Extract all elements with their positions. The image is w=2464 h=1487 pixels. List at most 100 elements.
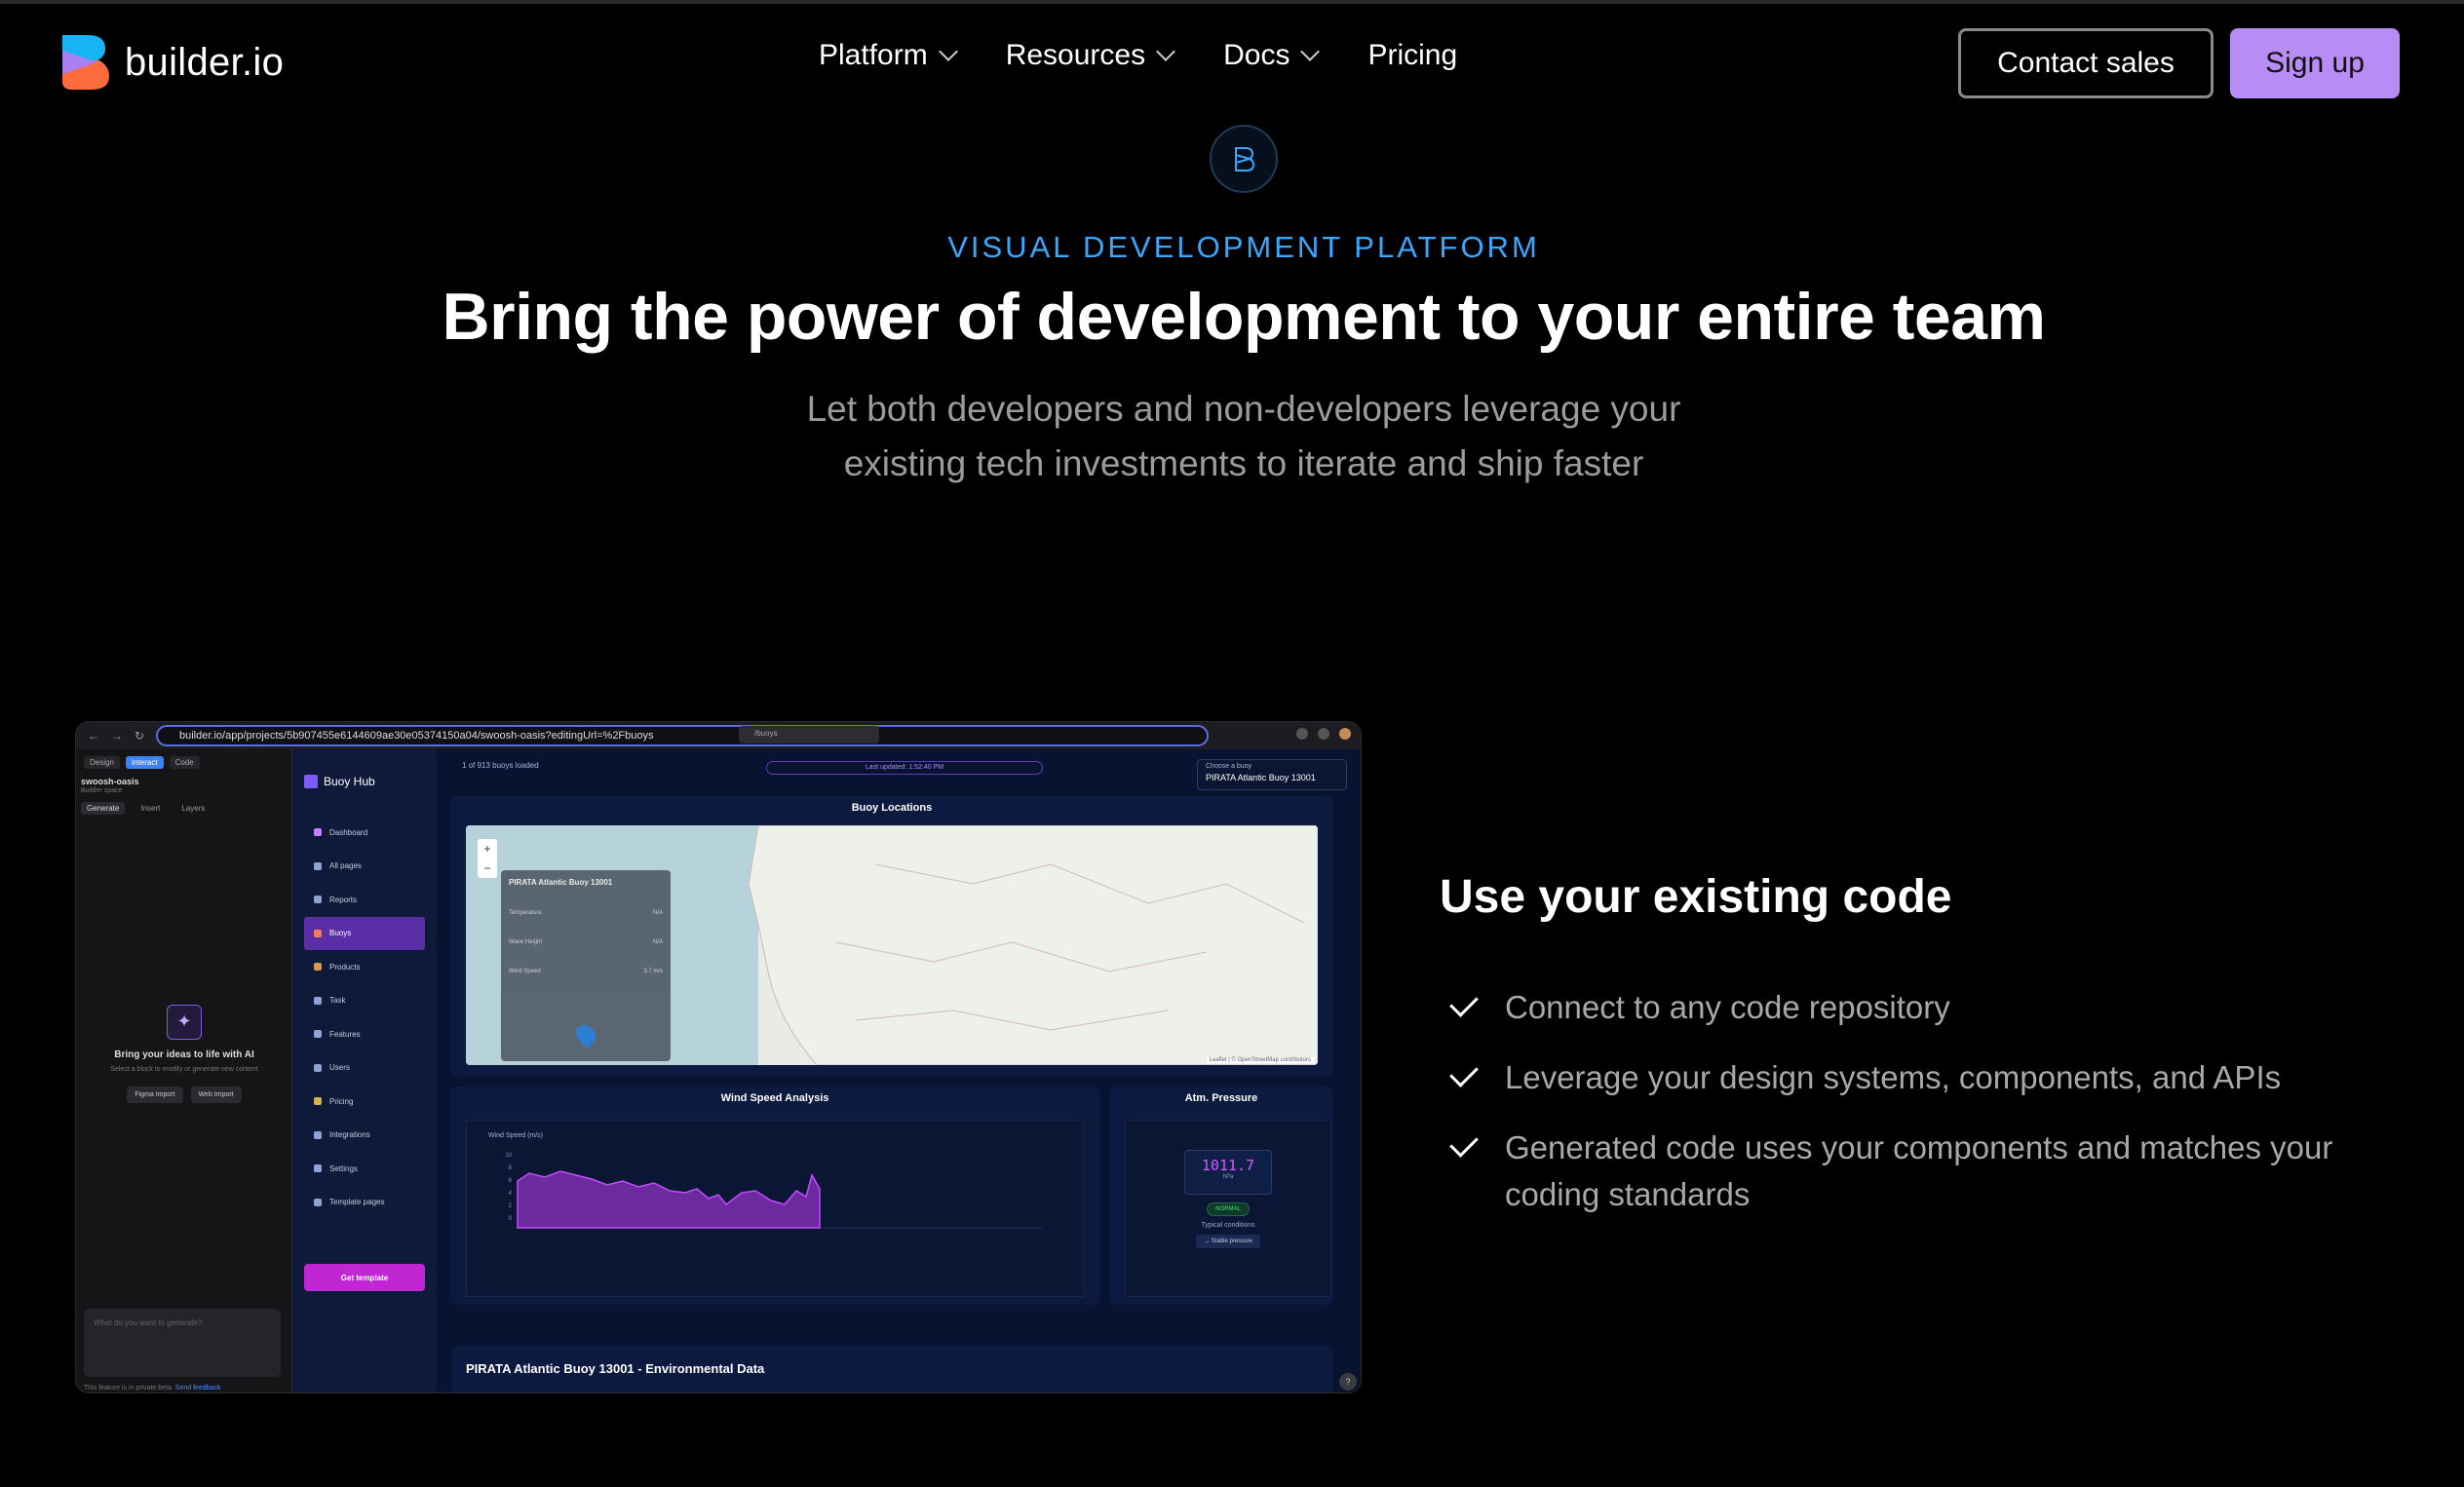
extension-icon bbox=[1296, 728, 1308, 740]
ai-prompt-input: What do you want to generate? bbox=[84, 1309, 281, 1377]
reports-icon bbox=[314, 896, 322, 904]
settings-icon bbox=[314, 1164, 322, 1173]
check-icon bbox=[1449, 1128, 1479, 1158]
sidebar-item-label: Settings bbox=[329, 1163, 358, 1173]
feature-list: Connect to any code repository Leverage … bbox=[1448, 984, 2423, 1241]
sidebar-item-integrations: Integrations bbox=[304, 1119, 425, 1153]
app-logo: Buoy Hub bbox=[304, 775, 375, 788]
sidebar-item-settings: Settings bbox=[304, 1152, 425, 1186]
pressure-panel: Atm. Pressure 1011.7 hPa NORMAL Typical … bbox=[1109, 1087, 1333, 1305]
logo-text: builder.io bbox=[125, 40, 285, 84]
send-feedback-link: Send feedback bbox=[174, 1385, 221, 1392]
menu-docs-label: Docs bbox=[1223, 39, 1290, 71]
wind-chart: Wind Speed (m/s) 10 8 6 4 2 0 bbox=[466, 1120, 1084, 1297]
pressure-status-badge: NORMAL bbox=[1207, 1202, 1250, 1216]
task-icon bbox=[314, 996, 322, 1005]
sidebar-item-label: Buoys bbox=[329, 929, 352, 938]
sidebar-item-reports: Reports bbox=[304, 883, 425, 917]
buoy-select-label: Choose a buoy bbox=[1206, 763, 1252, 770]
sidebar-item-label: Dashboard bbox=[329, 827, 368, 837]
import-buttons: Figma Import Web Import bbox=[76, 1087, 292, 1103]
browser-chrome: ← → ↻ builder.io/app/projects/5b907455e6… bbox=[76, 722, 1361, 749]
map-panel: Buoy Locations + − PIRATA Atlantic Buoy 1… bbox=[450, 796, 1333, 1077]
path-input: /buoys bbox=[739, 726, 879, 744]
integrations-icon bbox=[314, 1130, 322, 1139]
builder-logo-icon bbox=[62, 35, 109, 90]
sidebar-item-label: Template pages bbox=[329, 1198, 385, 1207]
sidebar-item-label: Integrations bbox=[329, 1130, 370, 1140]
popup-row: Temperature N/A bbox=[509, 910, 663, 916]
forward-arrow-icon: → bbox=[111, 729, 123, 743]
check-icon bbox=[1449, 1058, 1479, 1087]
sidebar-item-label: Features bbox=[329, 1029, 361, 1039]
web-import-button: Web Import bbox=[190, 1087, 242, 1103]
products-icon bbox=[314, 963, 322, 972]
menu-resources[interactable]: Resources bbox=[1006, 39, 1176, 72]
sidebar-item-task: Task bbox=[304, 984, 425, 1018]
logo[interactable]: builder.io bbox=[58, 33, 284, 92]
hero-subtitle: Let both developers and non-developers l… bbox=[0, 382, 2464, 491]
template-icon bbox=[314, 1198, 322, 1206]
ai-subtitle: Select a block to modify or generate new… bbox=[110, 1066, 258, 1073]
check-icon bbox=[1449, 988, 1479, 1017]
editor-left-panel: Design Interact Code swoosh-oasis Builde… bbox=[76, 749, 292, 1392]
editor-mode-tabs: Design Interact Code bbox=[76, 749, 291, 775]
menu-platform-label: Platform bbox=[819, 39, 928, 71]
feature-item: Generated code uses your components and … bbox=[1448, 1125, 2423, 1218]
map-title: Buoy Locations bbox=[851, 802, 933, 814]
menu-platform[interactable]: Platform bbox=[819, 39, 958, 72]
pressure-unit: hPa bbox=[1222, 1174, 1234, 1180]
project-space: Builder space bbox=[81, 787, 123, 794]
tab-code: Code bbox=[169, 755, 200, 769]
app-sidebar: Buoy Hub Dashboard All pages Reports Buo… bbox=[292, 749, 437, 1392]
buoys-loaded-text: 1 of 913 buoys loaded bbox=[462, 761, 539, 770]
popup-row-label: Wind Speed bbox=[509, 969, 541, 974]
sidebar-item-dashboard: Dashboard bbox=[304, 816, 425, 850]
popup-row-label: Wave Height bbox=[509, 939, 543, 945]
product-screenshot: ← → ↻ builder.io/app/projects/5b907455e6… bbox=[75, 721, 1362, 1393]
wind-area-series bbox=[516, 1170, 1042, 1229]
popup-row-value: 3.7 m/s bbox=[643, 969, 663, 974]
tab-generate: Generate bbox=[81, 802, 126, 815]
sidebar-item-label: Reports bbox=[329, 895, 358, 904]
buoy-map: + − PIRATA Atlantic Buoy 13001 Temperatur… bbox=[466, 825, 1318, 1065]
help-icon: ? bbox=[1339, 1373, 1357, 1391]
app-name: Buoy Hub bbox=[324, 775, 375, 788]
sidebar-item-buoys: Buoys bbox=[304, 916, 425, 950]
pages-icon bbox=[314, 861, 322, 870]
last-updated-badge: Last updated: 1:52:40 PM bbox=[766, 761, 1043, 775]
tab-design: Design bbox=[84, 755, 120, 769]
tab-interact: Interact bbox=[125, 755, 164, 769]
hero-eyebrow: VISUAL DEVELOPMENT PLATFORM bbox=[947, 230, 1540, 264]
contact-sales-button[interactable]: Contact sales bbox=[1958, 28, 2214, 98]
environmental-data-header: PIRATA Atlantic Buoy 13001 - Environment… bbox=[452, 1346, 1333, 1392]
feature-title: Use your existing code bbox=[1440, 871, 1952, 923]
sidebar-item-label: Users bbox=[329, 1063, 350, 1073]
pressure-value: 1011.7 bbox=[1201, 1157, 1255, 1174]
feature-item: Leverage your design systems, components… bbox=[1448, 1054, 2423, 1101]
menu-docs[interactable]: Docs bbox=[1223, 39, 1321, 72]
popup-row-label: Temperature bbox=[509, 910, 542, 916]
sidebar-item-all-pages: All pages bbox=[304, 850, 425, 884]
pressure-readout: 1011.7 hPa bbox=[1184, 1150, 1272, 1195]
features-icon bbox=[314, 1030, 322, 1039]
tab-insert: Insert bbox=[140, 804, 161, 813]
sidebar-item-label: Task bbox=[329, 996, 346, 1006]
hero-subtitle-line1: Let both developers and non-developers l… bbox=[806, 389, 1681, 429]
sidebar-item-pricing: Pricing bbox=[304, 1085, 425, 1119]
main-menu: Platform Resources Docs Pricing bbox=[819, 39, 1457, 72]
pressure-note: Typical conditions bbox=[1201, 1222, 1255, 1229]
get-template-button: Get template bbox=[304, 1264, 425, 1291]
map-zoom-control: + − bbox=[478, 839, 497, 878]
chevron-down-icon bbox=[938, 42, 958, 61]
hero-subtitle-line2: existing tech investments to iterate and… bbox=[843, 443, 1644, 483]
hero-headline: Bring the power of development to your e… bbox=[442, 280, 2046, 354]
wind-title: Wind Speed Analysis bbox=[720, 1092, 829, 1104]
sign-up-button[interactable]: Sign up bbox=[2230, 28, 2400, 98]
top-nav: builder.io Platform Resources Docs Prici… bbox=[0, 4, 2464, 121]
ai-sparkle-icon: ✦ bbox=[167, 1005, 202, 1040]
feature-item-text: Connect to any code repository bbox=[1505, 989, 1950, 1025]
menu-pricing[interactable]: Pricing bbox=[1367, 39, 1457, 72]
chevron-down-icon bbox=[1300, 42, 1321, 61]
popup-row: Wind Speed 3.7 m/s bbox=[509, 969, 663, 974]
